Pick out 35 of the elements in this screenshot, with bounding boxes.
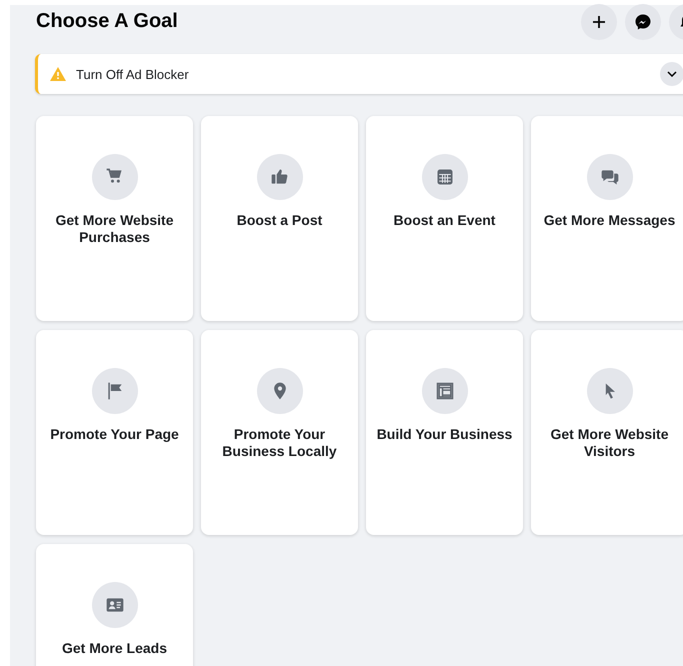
- chevron-down-icon: [667, 71, 677, 77]
- add-button[interactable]: [581, 4, 617, 40]
- goal-card[interactable]: Get More Leads: [36, 544, 193, 666]
- goal-title: Promote Your Business Locally: [221, 426, 338, 460]
- goal-title: Get More Website Visitors: [550, 426, 670, 460]
- goal-card[interactable]: Build Your Business: [366, 330, 523, 535]
- layout-icon: [422, 368, 468, 414]
- goal-card[interactable]: Boost a Post: [201, 116, 358, 321]
- thumbs-up-icon: [256, 154, 302, 200]
- goal-title: Boost an Event: [394, 212, 496, 229]
- cart-icon: [92, 154, 138, 200]
- goal-title: Get More Messages: [544, 212, 676, 229]
- goal-card[interactable]: Get More Website Purchases: [36, 116, 193, 321]
- warning-icon: [50, 67, 66, 81]
- id-card-icon: [92, 582, 138, 628]
- messenger-button[interactable]: [625, 4, 661, 40]
- page-title: Choose A Goal: [36, 10, 179, 33]
- goal-card[interactable]: Boost an Event: [366, 116, 523, 321]
- banner-text: Turn Off Ad Blocker: [76, 66, 189, 82]
- chat-bubble-icon: [634, 12, 652, 30]
- goal-card[interactable]: Promote Your Page: [36, 330, 193, 535]
- expand-button[interactable]: [660, 62, 683, 86]
- chat-bubbles-icon: [586, 154, 632, 200]
- goal-title: Promote Your Page: [50, 426, 179, 443]
- goal-title: Build Your Business: [376, 426, 512, 443]
- goal-card[interactable]: Get More Messages: [531, 116, 683, 321]
- flag-icon: [92, 368, 138, 414]
- goal-title: Get More Website Purchases: [54, 212, 174, 246]
- calendar-icon: [422, 154, 468, 200]
- goal-card[interactable]: Get More Website Visitors: [531, 330, 683, 535]
- cursor-icon: [586, 368, 632, 414]
- goal-title: Get More Leads: [62, 640, 168, 657]
- goal-title: Boost a Post: [236, 212, 322, 229]
- map-pin-icon: [256, 368, 302, 414]
- goal-card[interactable]: Promote Your Business Locally: [201, 330, 358, 535]
